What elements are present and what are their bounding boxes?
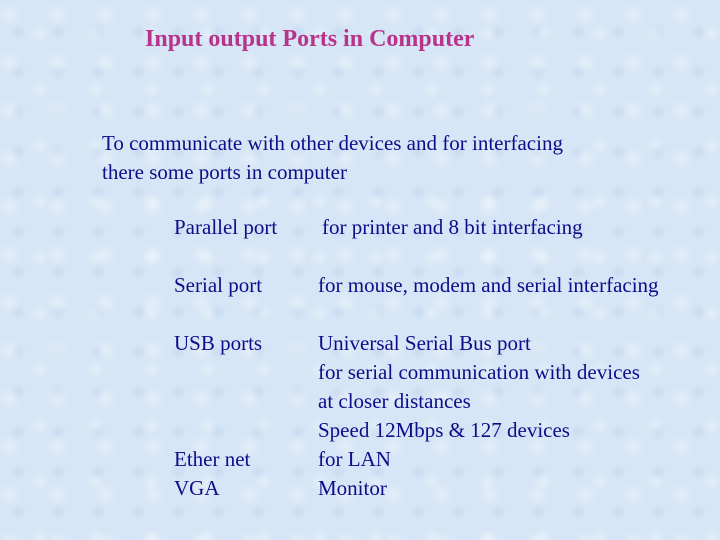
port-name: Serial port	[174, 273, 263, 297]
slide-title: Input output Ports in Computer	[145, 26, 475, 52]
port-description: for printer and 8 bit interfacing	[322, 215, 583, 239]
intro-line-2: there some ports in computer	[102, 160, 347, 184]
port-description: at closer distances	[318, 389, 471, 413]
port-description: Universal Serial Bus port	[318, 331, 531, 355]
port-description: for LAN	[318, 447, 391, 471]
port-name: Ether net	[174, 447, 251, 471]
port-name: VGA	[174, 476, 220, 500]
port-description: for serial communication with devices	[318, 360, 640, 384]
port-name: Parallel port	[174, 215, 278, 239]
port-description: Speed 12Mbps & 127 devices	[318, 418, 570, 442]
intro-line-1: To communicate with other devices and fo…	[102, 131, 563, 155]
intro-text: To communicate with other devices and fo…	[102, 129, 563, 187]
port-description: Monitor	[318, 476, 387, 500]
port-description: for mouse, modem and serial interfacing	[318, 273, 659, 297]
port-name: USB ports	[174, 331, 263, 355]
